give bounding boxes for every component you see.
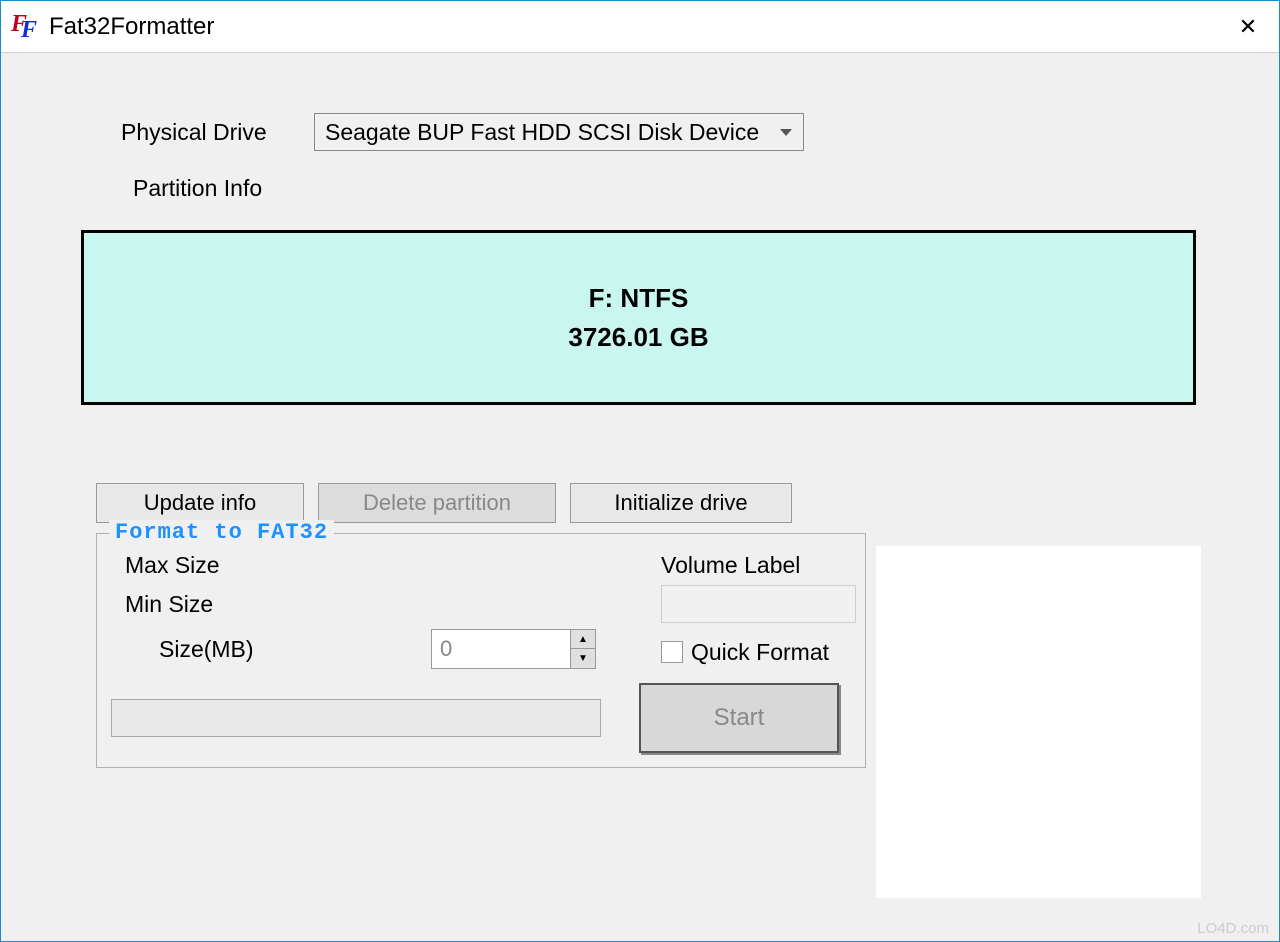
quick-format-checkbox[interactable]	[661, 641, 683, 663]
update-info-button[interactable]: Update info	[96, 483, 304, 523]
watermark: LO4D.com	[1197, 920, 1269, 937]
size-spinner: ▲ ▼	[431, 629, 661, 669]
max-size-label: Max Size	[111, 552, 431, 579]
app-icon: FF	[11, 13, 39, 41]
window-title: Fat32Formatter	[49, 13, 1225, 41]
volume-label-label: Volume Label	[661, 552, 871, 579]
app-window: FF Fat32Formatter ✕ Physical Drive Seaga…	[0, 0, 1280, 942]
spinner-up-icon[interactable]: ▲	[571, 630, 595, 649]
groupbox-title: Format to FAT32	[109, 520, 334, 545]
physical-drive-label: Physical Drive	[121, 119, 296, 146]
size-input[interactable]	[431, 629, 571, 669]
format-grid: Max Size Volume Label Min Size Size(MB) …	[111, 552, 851, 669]
quick-format-label: Quick Format	[691, 639, 829, 666]
size-mb-label: Size(MB)	[111, 636, 431, 663]
partition-box[interactable]: F: NTFS 3726.01 GB	[81, 230, 1196, 405]
start-button[interactable]: Start	[639, 683, 839, 753]
spinner-buttons: ▲ ▼	[571, 629, 596, 669]
physical-drive-dropdown-wrap: Seagate BUP Fast HDD SCSI Disk Device	[314, 113, 804, 151]
partition-size: 3726.01 GB	[568, 318, 708, 357]
partition-text: F: NTFS 3726.01 GB	[568, 279, 708, 357]
side-panel	[876, 546, 1201, 898]
volume-label-input[interactable]	[661, 585, 856, 623]
progress-bar	[111, 699, 601, 737]
action-button-row: Update info Delete partition Initialize …	[96, 483, 1199, 523]
bottom-row: Start	[111, 683, 851, 753]
close-icon[interactable]: ✕	[1225, 4, 1271, 50]
titlebar: FF Fat32Formatter ✕	[1, 1, 1279, 53]
min-size-label: Min Size	[111, 591, 431, 618]
partition-info-row: Partition Info	[133, 175, 1199, 202]
content-area: Physical Drive Seagate BUP Fast HDD SCSI…	[1, 53, 1279, 941]
initialize-drive-button[interactable]: Initialize drive	[570, 483, 792, 523]
physical-drive-row: Physical Drive Seagate BUP Fast HDD SCSI…	[121, 113, 1199, 151]
partition-drive-fs: F: NTFS	[568, 279, 708, 318]
spinner-down-icon[interactable]: ▼	[571, 649, 595, 668]
partition-info-label: Partition Info	[133, 175, 308, 202]
quick-format-wrap: Quick Format	[661, 639, 871, 666]
physical-drive-dropdown[interactable]: Seagate BUP Fast HDD SCSI Disk Device	[314, 113, 804, 151]
format-groupbox: Format to FAT32 Max Size Volume Label Mi…	[96, 533, 866, 768]
delete-partition-button[interactable]: Delete partition	[318, 483, 556, 523]
